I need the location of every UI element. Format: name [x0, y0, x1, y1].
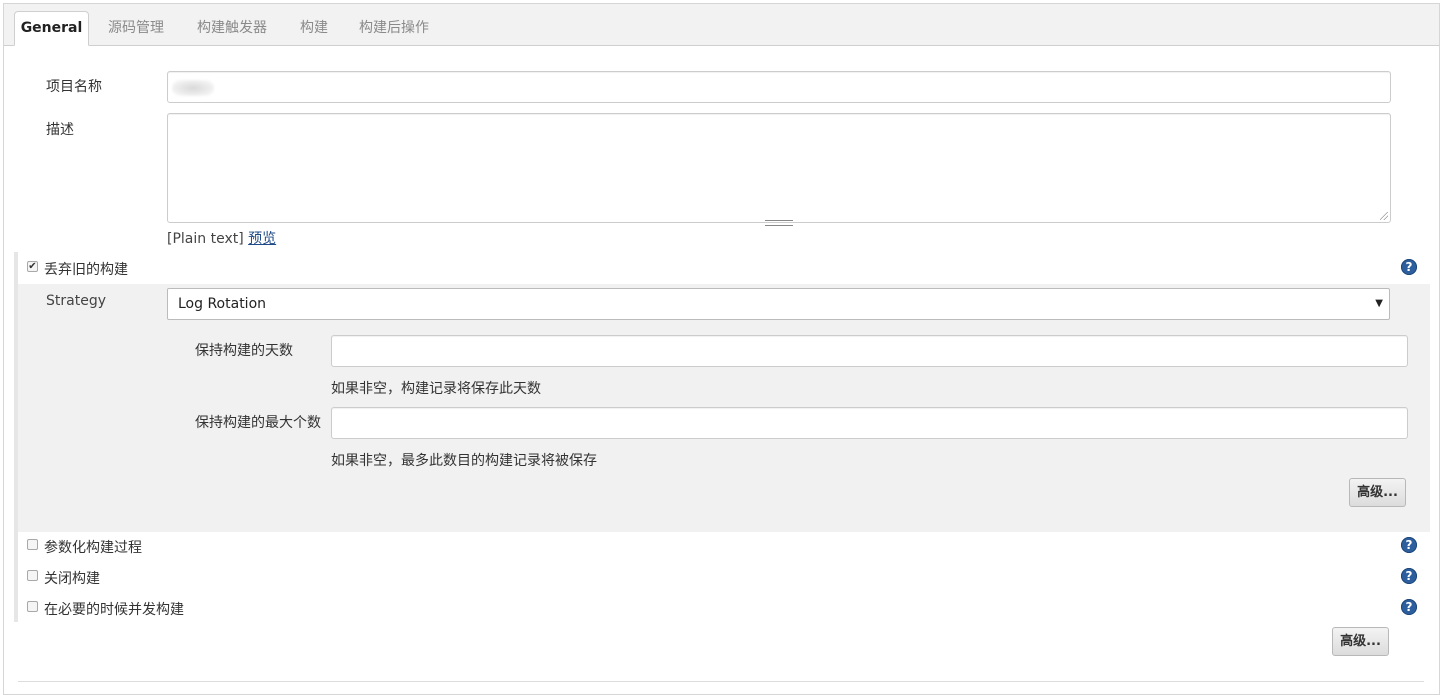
discard-old-builds-label: 丢弃旧的构建: [44, 262, 128, 278]
tab-bar: General 源码管理 构建触发器 构建 构建后操作: [4, 4, 1439, 46]
tab-source-control[interactable]: 源码管理: [99, 12, 173, 45]
config-panel: General 源码管理 构建触发器 构建 构建后操作 项目名称 描述 [Pla…: [3, 3, 1440, 695]
chevron-down-icon: ▼: [1375, 298, 1383, 309]
disable-build-checkbox[interactable]: [27, 570, 38, 581]
days-to-keep-label: 保持构建的天数: [195, 343, 293, 359]
days-to-keep-input[interactable]: [331, 335, 1408, 367]
help-icon[interactable]: ?: [1401, 599, 1417, 615]
tab-post-build[interactable]: 构建后操作: [351, 12, 437, 45]
help-icon[interactable]: ?: [1401, 259, 1417, 275]
tab-general[interactable]: General: [14, 11, 89, 46]
textarea-grip-icon[interactable]: [765, 220, 793, 226]
parameterized-checkbox[interactable]: [27, 539, 38, 550]
max-builds-hint: 如果非空，最多此数目的构建记录将被保存: [331, 453, 597, 469]
max-builds-input[interactable]: [331, 407, 1408, 439]
resize-handle-icon[interactable]: [1380, 212, 1388, 220]
strategy-select[interactable]: Log Rotation ▼: [167, 288, 1390, 320]
redacted-project-name: [172, 80, 214, 96]
discard-old-builds-checkbox[interactable]: ✔: [27, 261, 38, 272]
help-icon[interactable]: ?: [1401, 568, 1417, 584]
tab-build[interactable]: 构建: [292, 12, 336, 45]
strategy-selected-value: Log Rotation: [178, 296, 267, 312]
description-format: [Plain text] 预览: [167, 228, 276, 248]
help-icon[interactable]: ?: [1401, 537, 1417, 553]
advanced-button[interactable]: 高级...: [1332, 627, 1389, 656]
project-name-label: 项目名称: [46, 79, 102, 95]
discard-advanced-button[interactable]: 高级...: [1349, 478, 1406, 507]
parameterized-label: 参数化构建过程: [44, 540, 142, 556]
preview-link[interactable]: 预览: [248, 231, 276, 247]
tab-build-triggers[interactable]: 构建触发器: [188, 12, 276, 45]
disable-build-label: 关闭构建: [44, 571, 100, 587]
strategy-label: Strategy: [46, 293, 106, 309]
concurrent-build-checkbox[interactable]: [27, 601, 38, 612]
description-textarea[interactable]: [167, 113, 1391, 226]
concurrent-build-label: 在必要的时候并发构建: [44, 602, 184, 618]
project-name-input[interactable]: [167, 71, 1391, 103]
description-label: 描述: [46, 122, 74, 138]
days-to-keep-hint: 如果非空，构建记录将保存此天数: [331, 381, 541, 397]
max-builds-label: 保持构建的最大个数: [195, 415, 321, 431]
plain-text-label: [Plain text]: [167, 231, 244, 247]
